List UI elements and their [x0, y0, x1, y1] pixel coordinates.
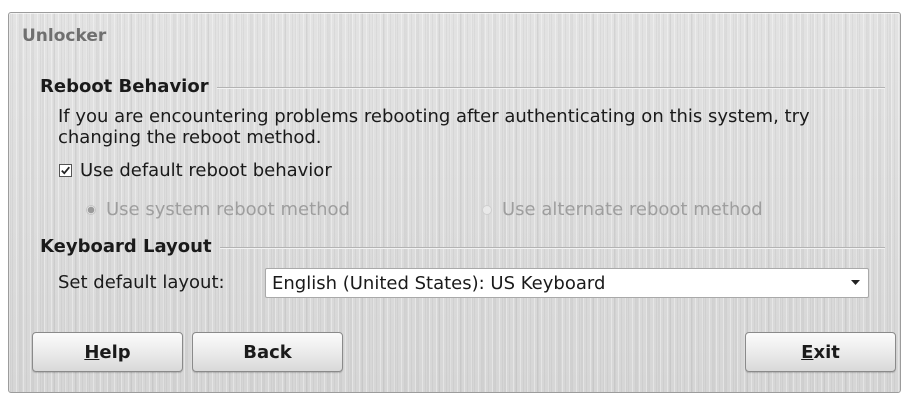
back-label: Back: [243, 341, 292, 363]
keyboard-layout-heading: Keyboard Layout: [40, 236, 212, 257]
help-label-rest: elp: [99, 341, 131, 363]
reboot-description: If you are encountering problems rebooti…: [58, 106, 810, 148]
help-button[interactable]: Help: [32, 332, 183, 372]
keyboard-layout-dropdown[interactable]: English (United States): US Keyboard: [265, 268, 869, 298]
system-reboot-radio[interactable]: [86, 204, 96, 215]
default-reboot-label: Use default reboot behavior: [80, 160, 332, 181]
reboot-behavior-heading: Reboot Behavior: [40, 76, 209, 97]
system-reboot-option[interactable]: Use system reboot method: [86, 199, 350, 220]
section-divider: [216, 86, 885, 89]
exit-button[interactable]: Exit: [745, 332, 896, 372]
default-reboot-checkbox-row[interactable]: Use default reboot behavior: [59, 160, 332, 181]
keyboard-layout-value: English (United States): US Keyboard: [272, 272, 606, 294]
exit-mnemonic: E: [801, 341, 814, 363]
system-reboot-label: Use system reboot method: [106, 199, 350, 220]
reboot-behavior-header: Reboot Behavior: [40, 76, 885, 97]
checkmark-icon: [61, 166, 70, 175]
default-reboot-checkbox[interactable]: [59, 164, 72, 177]
default-layout-label: Set default layout:: [58, 272, 225, 293]
section-divider: [219, 246, 885, 249]
help-mnemonic: H: [84, 341, 100, 363]
alternate-reboot-option[interactable]: Use alternate reboot method: [482, 199, 763, 220]
back-button[interactable]: Back: [192, 332, 343, 372]
keyboard-layout-header: Keyboard Layout: [40, 236, 885, 257]
window-title: Unlocker: [22, 26, 107, 46]
alternate-reboot-label: Use alternate reboot method: [502, 199, 763, 220]
chevron-down-icon[interactable]: [842, 280, 868, 286]
exit-label-rest: xit: [813, 341, 840, 363]
alternate-reboot-radio[interactable]: [482, 204, 492, 215]
